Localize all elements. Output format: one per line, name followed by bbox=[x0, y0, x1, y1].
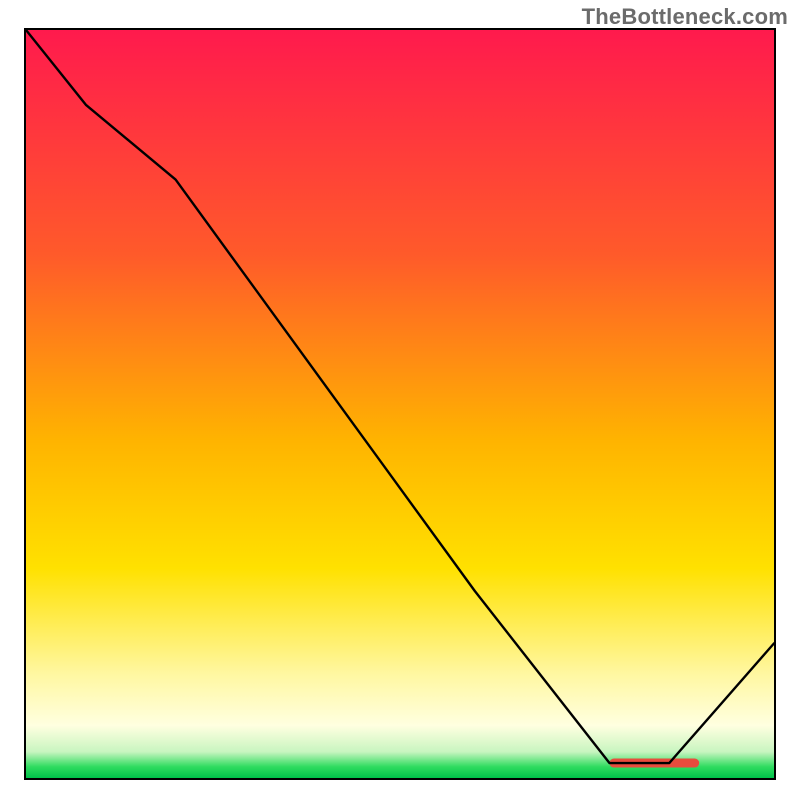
plot-area bbox=[24, 28, 776, 780]
chart-canvas bbox=[26, 30, 774, 778]
watermark-text: TheBottleneck.com bbox=[582, 4, 788, 30]
chart-stage: TheBottleneck.com bbox=[0, 0, 800, 800]
gradient-background bbox=[26, 30, 774, 778]
